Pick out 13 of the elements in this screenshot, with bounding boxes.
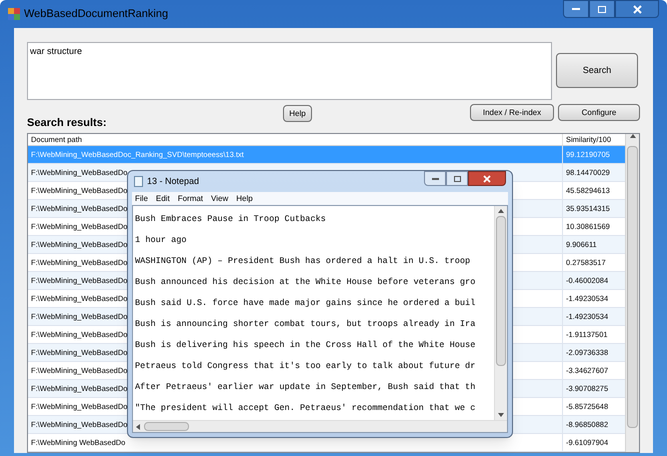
text-line: Bush said U.S. force have made major gains since he ordered a buil — [135, 297, 476, 310]
text-line: After Petraeus' earlier war update in September, Bush said that th — [135, 381, 476, 394]
results-label: Search results: — [27, 116, 108, 130]
text-line: Bush is delivering his speech in the Cross Hall of the White House — [135, 339, 476, 352]
text-line: Petraeus told Congress that it's too early to talk about future dr — [135, 360, 476, 373]
text-line: Bush announced his decision at the White House before veterans gro — [135, 276, 476, 289]
notepad-title: 13 - Notepad — [147, 174, 200, 188]
text-line: 1 hour ago — [135, 234, 188, 247]
window-title: WebBasedDocumentRanking — [24, 6, 168, 22]
text-line: Bush is announcing shorter combat tours, but troops already in Ira — [135, 318, 476, 331]
text-line: "The president will accept Gen. Petraeus' recommendation that we c — [135, 402, 476, 415]
text-line: WASHINGTON (AP) – President Bush has ordered a halt in U.S. troop — [135, 255, 472, 268]
text-line: Bush Embraces Pause in Troop Cutbacks — [135, 213, 327, 226]
